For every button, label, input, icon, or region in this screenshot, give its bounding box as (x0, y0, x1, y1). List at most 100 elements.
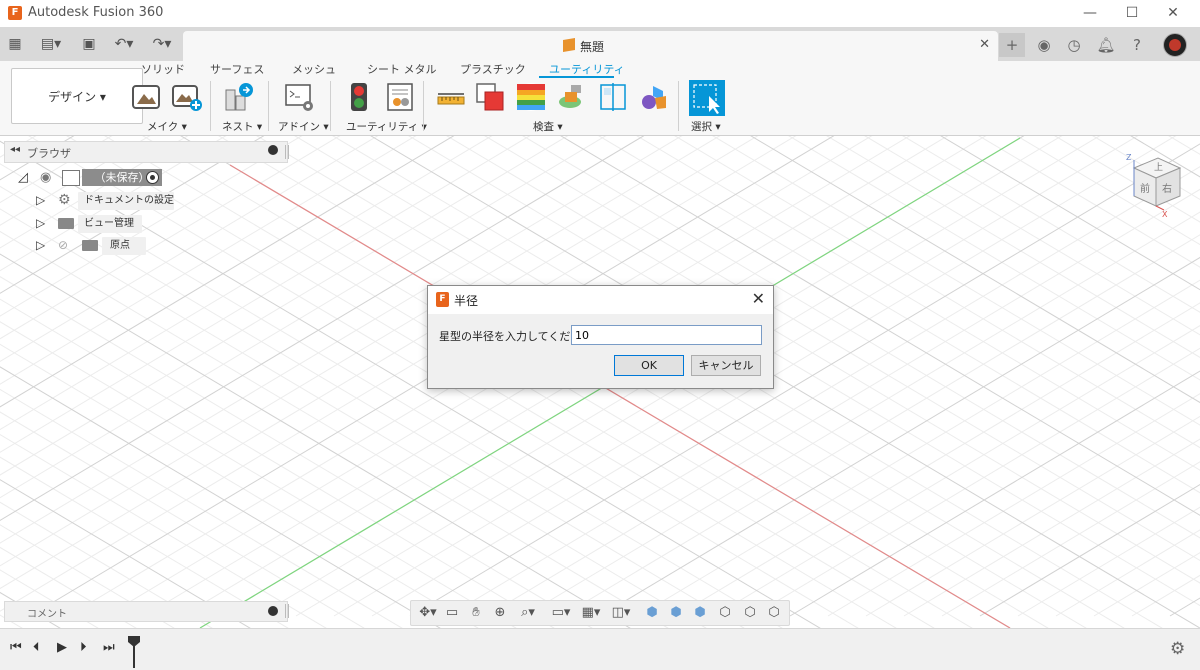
visibility-eye-icon[interactable]: ◉ (40, 170, 51, 185)
dialog-close-icon[interactable]: ✕ (752, 289, 765, 308)
pan-hand-icon[interactable]: ✋︎ (467, 604, 485, 622)
viewcube-right-label: 右 (1162, 182, 1172, 195)
traffic-light-icon[interactable] (344, 82, 374, 112)
help-icon[interactable]: ? (1124, 33, 1150, 57)
look-at-icon[interactable]: ▭ (443, 604, 461, 622)
workspace-switcher-button[interactable]: デザイン ▾ (11, 68, 143, 124)
ribbon: デザイン ▾ ソリッド サーフェス メッシュ シート メタル プラスチック ユー… (0, 61, 1200, 136)
draft-analysis-icon[interactable] (557, 82, 587, 112)
component-color-cycling-icon[interactable] (639, 82, 669, 112)
active-tab-indicator (539, 76, 614, 78)
tab-utilities[interactable]: ユーティリティ (549, 61, 625, 77)
fusion-logo-icon: F (436, 292, 449, 307)
tab-surface[interactable]: サーフェス (210, 61, 264, 77)
ok-button[interactable]: OK (614, 355, 684, 376)
viewcube-front-label: 前 (1140, 182, 1150, 195)
shaded-hidden-edges-cube-icon[interactable]: ⬢ (691, 604, 709, 622)
gear-icon: ⚙ (58, 192, 71, 208)
comments-resize-handle[interactable] (285, 604, 289, 618)
orbit-icon[interactable]: ✥▾ (415, 604, 441, 622)
user-avatar[interactable] (1163, 33, 1187, 57)
close-tab-icon[interactable]: ✕ (979, 37, 990, 52)
job-status-clock-icon[interactable]: ◷ (1061, 33, 1087, 57)
ribbon-separator (268, 81, 269, 131)
redo-icon[interactable]: ↷▾ (148, 34, 176, 54)
wireframe-hidden-cube-icon[interactable]: ⬡ (741, 604, 759, 622)
close-window-button[interactable]: ✕ (1153, 2, 1193, 24)
nest-icon[interactable] (224, 82, 254, 112)
tab-sheet-metal[interactable]: シート メタル (367, 61, 437, 77)
zoom-icon[interactable]: ⊕ (491, 604, 509, 622)
group-addins-label[interactable]: アドイン ▾ (278, 119, 329, 134)
notifications-bell-icon[interactable]: 🔔︎ (1093, 33, 1119, 57)
hidden-eye-icon[interactable]: ⊘ (58, 238, 68, 252)
dialog-title-bar[interactable]: F 半径 ✕ (428, 286, 773, 314)
viewcube-z-label: Z (1126, 153, 1132, 162)
title-bar: F Autodesk Fusion 360 — ☐ ✕ (0, 0, 1200, 27)
document-tab[interactable]: 無題 ✕ (183, 31, 998, 61)
visible-edges-cube-icon[interactable]: ⬡ (765, 604, 783, 622)
new-tab-plus-icon[interactable]: + (999, 33, 1025, 57)
tab-plastic[interactable]: プラスチック (460, 61, 526, 77)
timeline: ⏮ ⏴ ▶ ⏵ ⏭ ⚙ (0, 628, 1200, 670)
select-icon[interactable] (689, 80, 725, 116)
cancel-button[interactable]: キャンセル (691, 355, 761, 376)
collapse-panel-icon[interactable]: ◂◂ (10, 144, 20, 155)
zebra-analysis-icon[interactable] (516, 82, 546, 112)
minimize-button[interactable]: — (1070, 2, 1110, 24)
extensions-icon[interactable]: ◉ (1031, 33, 1057, 57)
shaded-cube-icon[interactable]: ⬢ (643, 604, 661, 622)
browser-resize-handle[interactable] (285, 145, 289, 159)
step-back-icon[interactable]: ⏴ (33, 640, 40, 655)
viewports-icon[interactable]: ◫▾ (608, 604, 634, 622)
browser-header[interactable]: ◂◂ ブラウザ (4, 141, 288, 163)
wireframe-cube-icon[interactable]: ⬡ (716, 604, 734, 622)
measure-icon[interactable] (436, 82, 466, 112)
expand-triangle-icon[interactable]: ▷ (36, 238, 45, 252)
collapse-triangle-icon[interactable]: ◿ (18, 170, 28, 185)
file-menu-icon[interactable]: ▤▾ (37, 34, 65, 54)
change-parameters-icon[interactable] (385, 82, 415, 112)
comments-panel[interactable]: コメント (4, 601, 288, 622)
go-to-end-icon[interactable]: ⏭ (103, 640, 115, 655)
save-icon[interactable]: ▣ (79, 34, 99, 54)
folder-icon (58, 218, 74, 229)
group-utility-label[interactable]: ユーティリティ ▾ (346, 119, 427, 134)
3d-print-icon[interactable] (131, 82, 161, 112)
fusion-logo-icon: F (8, 6, 22, 20)
browser-title: ブラウザ (27, 147, 71, 160)
interference-icon[interactable] (475, 82, 505, 112)
comments-add-icon[interactable] (268, 606, 278, 616)
expand-triangle-icon[interactable]: ▷ (36, 216, 45, 230)
display-settings-icon[interactable]: ▭▾ (548, 604, 574, 622)
browser-options-icon[interactable] (268, 145, 278, 155)
tab-mesh[interactable]: メッシュ (292, 61, 336, 77)
undo-icon[interactable]: ↶▾ (110, 34, 138, 54)
viewcube[interactable]: 上 前 右 Z X (1120, 150, 1186, 220)
step-forward-icon[interactable]: ⏵ (80, 640, 87, 655)
radius-input[interactable] (571, 325, 762, 345)
tab-solid[interactable]: ソリッド (141, 61, 185, 77)
timeline-settings-gear-icon[interactable]: ⚙ (1170, 639, 1185, 659)
scripts-addins-icon[interactable] (284, 82, 314, 112)
shaded-edges-cube-icon[interactable]: ⬢ (667, 604, 685, 622)
go-to-start-icon[interactable]: ⏮ (10, 640, 22, 655)
ribbon-separator (423, 81, 424, 131)
navigation-toolbar: ✥▾ ▭ ✋︎ ⊕ ⌕▾ ▭▾ ▦▾ ◫▾ ⬢ ⬢ ⬢ ⬡ ⬡ ⬡ (410, 600, 790, 626)
manufacture-service-icon[interactable] (172, 82, 202, 112)
expand-triangle-icon[interactable]: ▷ (36, 193, 45, 207)
group-make-label[interactable]: メイク ▾ (147, 119, 187, 134)
section-analysis-icon[interactable] (598, 82, 628, 112)
group-nest-label[interactable]: ネスト ▾ (222, 119, 262, 134)
fit-zoom-icon[interactable]: ⌕▾ (515, 604, 541, 622)
maximize-button[interactable]: ☐ (1112, 2, 1152, 24)
group-select-label[interactable]: 選択 ▾ (691, 119, 721, 134)
play-icon[interactable]: ▶ (57, 640, 67, 655)
tree-item-label: 原点 (102, 237, 146, 255)
timeline-marker[interactable] (127, 635, 141, 669)
ribbon-separator (210, 81, 211, 131)
grid-snaps-icon[interactable]: ▦▾ (578, 604, 604, 622)
group-inspect-label[interactable]: 検査 ▾ (533, 119, 563, 134)
data-panel-grid-icon[interactable]: ▦ (5, 34, 25, 54)
activate-radio-icon[interactable] (146, 171, 159, 184)
